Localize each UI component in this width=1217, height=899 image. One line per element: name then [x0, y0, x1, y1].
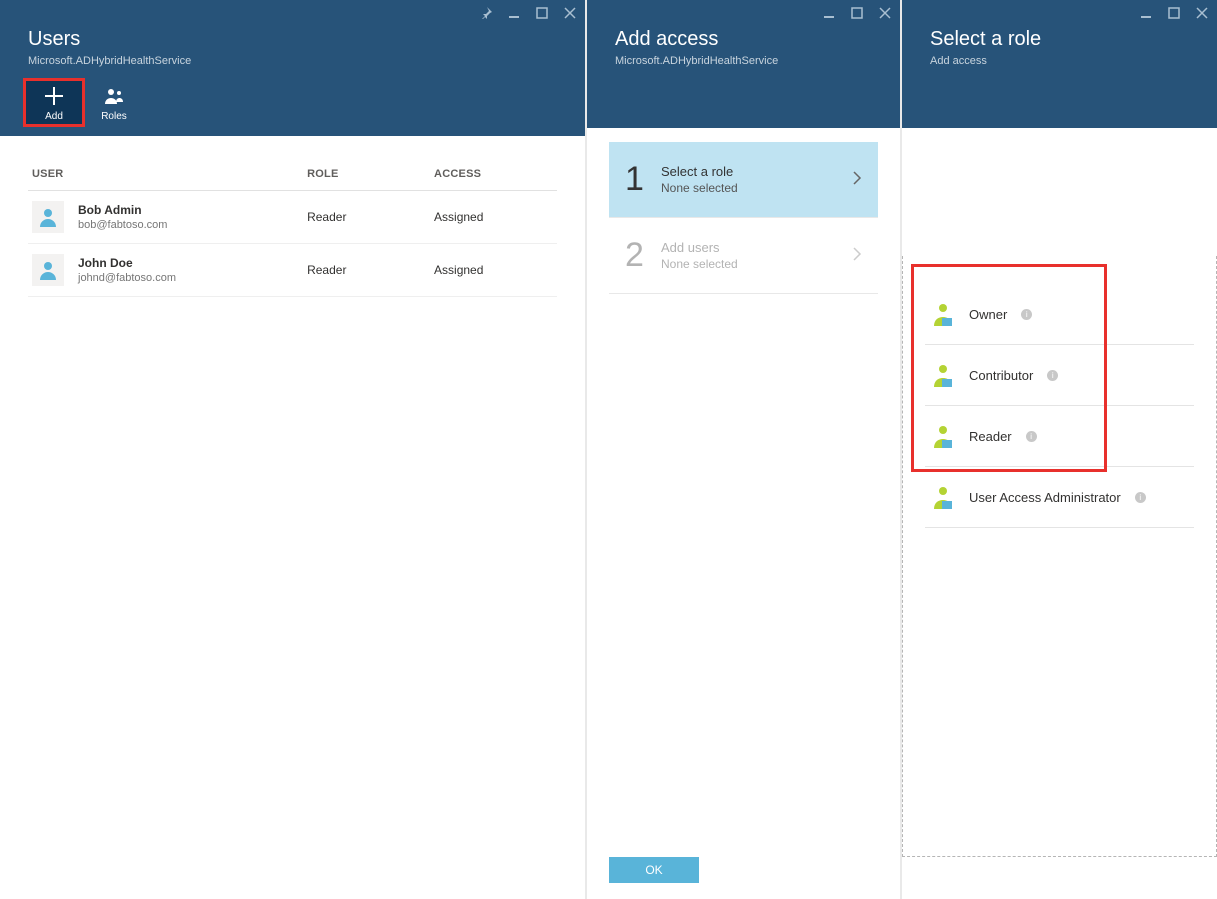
role-contributor[interactable]: Contributor i	[925, 345, 1194, 406]
col-role: ROLE	[303, 160, 430, 191]
user-access: Assigned	[430, 244, 557, 297]
window-controls	[479, 6, 577, 20]
minimize-icon[interactable]	[822, 6, 836, 20]
info-icon[interactable]: i	[1026, 431, 1037, 442]
table-row[interactable]: John Doe johnd@fabtoso.com Reader Assign…	[28, 244, 557, 297]
col-access: ACCESS	[430, 160, 557, 191]
window-controls	[822, 6, 892, 20]
roles-icon	[84, 85, 144, 107]
table-row[interactable]: Bob Admin bob@fabtoso.com Reader Assigne…	[28, 191, 557, 244]
add-access-header: Add access Microsoft.ADHybridHealthServi…	[587, 0, 900, 128]
role-icon	[929, 361, 957, 389]
add-access-subtitle: Microsoft.ADHybridHealthService	[615, 55, 876, 67]
step-select-role[interactable]: 1 Select a role None selected	[609, 142, 878, 218]
add-button[interactable]: Add	[24, 79, 84, 126]
step-subtitle: None selected	[661, 181, 738, 195]
close-icon[interactable]	[878, 6, 892, 20]
role-icon	[929, 483, 957, 511]
user-role: Reader	[303, 244, 430, 297]
col-user: USER	[28, 160, 303, 191]
add-access-body: 1 Select a role None selected 2 Add user…	[587, 128, 900, 857]
step-title: Add users	[661, 240, 738, 255]
maximize-icon[interactable]	[1167, 6, 1181, 20]
role-label: Owner	[969, 307, 1007, 322]
avatar	[32, 201, 64, 233]
add-access-blade: Add access Microsoft.ADHybridHealthServi…	[587, 0, 900, 899]
plus-icon	[24, 85, 84, 107]
user-email: bob@fabtoso.com	[78, 219, 167, 231]
select-role-blade: Select a role Add access Owner i Contrib…	[902, 0, 1217, 899]
user-access: Assigned	[430, 191, 557, 244]
step-title: Select a role	[661, 164, 738, 179]
select-role-title: Select a role	[930, 28, 1193, 51]
role-label: Reader	[969, 429, 1012, 444]
role-owner[interactable]: Owner i	[925, 284, 1194, 345]
add-access-title: Add access	[615, 28, 876, 51]
select-role-header: Select a role Add access	[902, 0, 1217, 128]
users-table: USER ROLE ACCESS Bob Admin bob@fabtoso.c…	[28, 160, 557, 297]
role-icon	[929, 422, 957, 450]
user-role: Reader	[303, 191, 430, 244]
role-reader[interactable]: Reader i	[925, 406, 1194, 467]
users-title: Users	[28, 28, 561, 51]
chevron-right-icon	[852, 171, 862, 188]
avatar	[32, 254, 64, 286]
minimize-icon[interactable]	[1139, 6, 1153, 20]
pin-icon[interactable]	[479, 6, 493, 20]
step-add-users[interactable]: 2 Add users None selected	[609, 218, 878, 294]
window-controls	[1139, 6, 1209, 20]
step-subtitle: None selected	[661, 257, 738, 271]
user-name: Bob Admin	[78, 203, 167, 217]
info-icon[interactable]: i	[1021, 309, 1032, 320]
roles-button[interactable]: Roles	[84, 79, 144, 126]
select-role-subtitle: Add access	[930, 55, 1193, 67]
role-user-access-admin[interactable]: User Access Administrator i	[925, 467, 1194, 528]
users-body: USER ROLE ACCESS Bob Admin bob@fabtoso.c…	[0, 136, 585, 899]
role-icon	[929, 300, 957, 328]
close-icon[interactable]	[563, 6, 577, 20]
info-icon[interactable]: i	[1135, 492, 1146, 503]
users-header: Users Microsoft.ADHybridHealthService Ad…	[0, 0, 585, 136]
minimize-icon[interactable]	[507, 6, 521, 20]
select-role-body: Owner i Contributor i Reader i	[902, 128, 1217, 899]
chevron-right-icon	[852, 247, 862, 264]
role-label: User Access Administrator	[969, 490, 1121, 505]
role-list: Owner i Contributor i Reader i	[925, 284, 1194, 528]
users-subtitle: Microsoft.ADHybridHealthService	[28, 55, 561, 67]
user-name: John Doe	[78, 256, 176, 270]
user-email: johnd@fabtoso.com	[78, 272, 176, 284]
users-blade: Users Microsoft.ADHybridHealthService Ad…	[0, 0, 585, 899]
maximize-icon[interactable]	[850, 6, 864, 20]
maximize-icon[interactable]	[535, 6, 549, 20]
close-icon[interactable]	[1195, 6, 1209, 20]
ok-button[interactable]: OK	[609, 857, 699, 883]
role-label: Contributor	[969, 368, 1033, 383]
info-icon[interactable]: i	[1047, 370, 1058, 381]
